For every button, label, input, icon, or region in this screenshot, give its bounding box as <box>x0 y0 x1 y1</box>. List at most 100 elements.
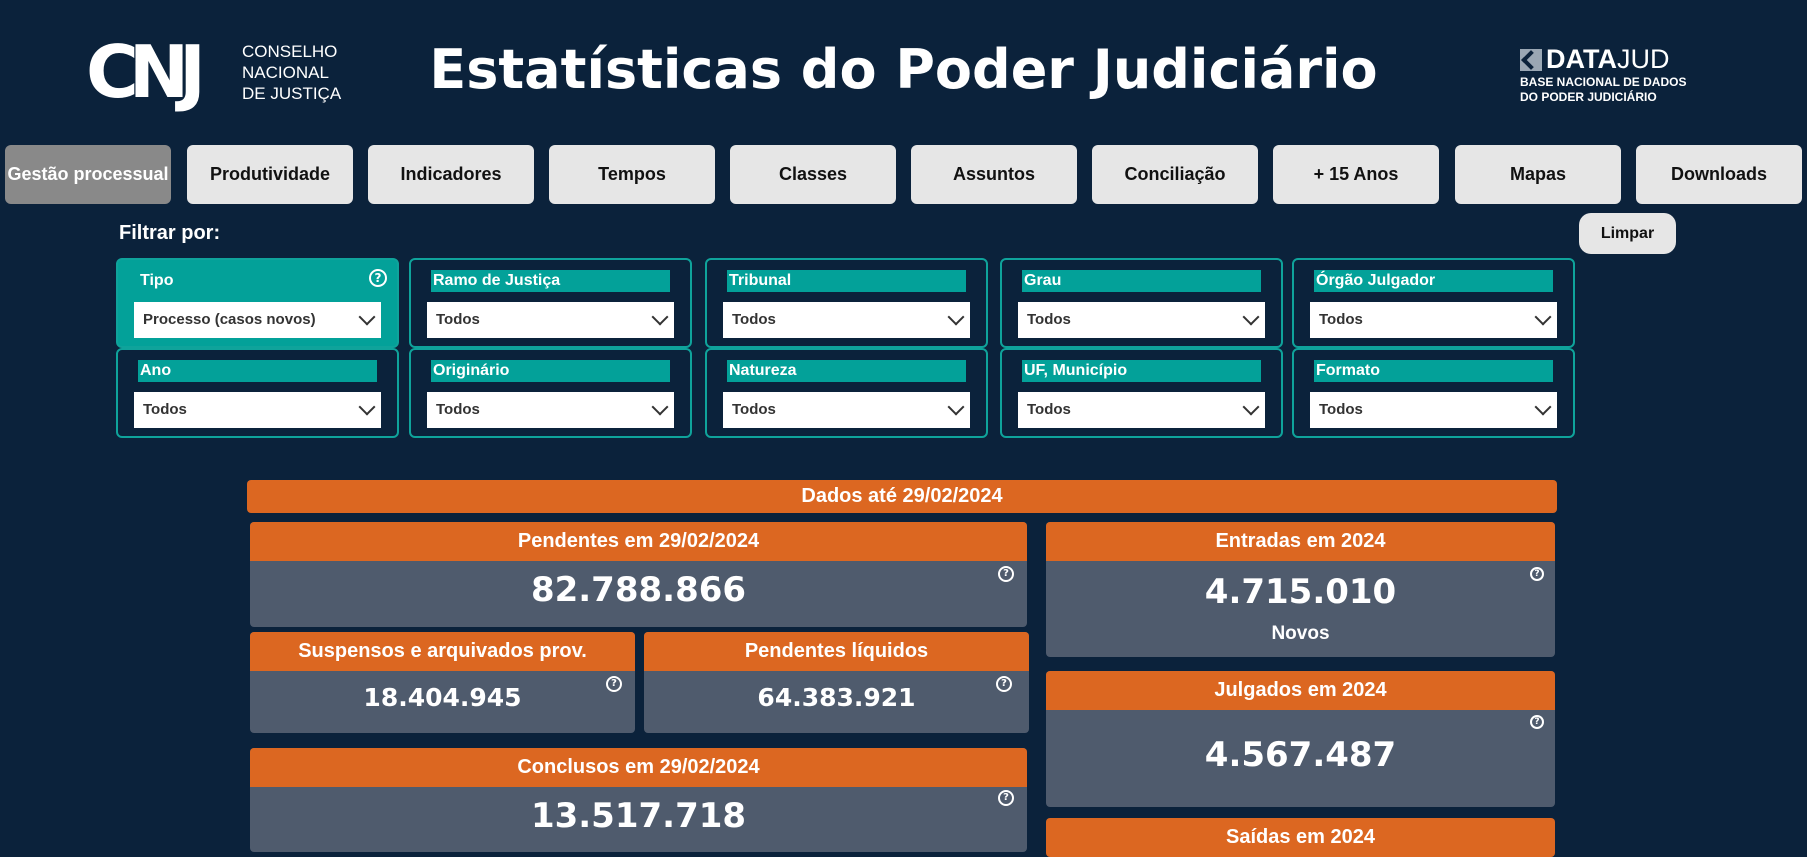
card-entradas: Entradas em 2024 4.715.010 Novos ? <box>1046 522 1555 657</box>
clear-filters-button[interactable]: Limpar <box>1579 213 1676 254</box>
chevron-down-icon <box>651 308 669 326</box>
card-value: 82.788.866 <box>530 570 747 610</box>
datajud-bold: DATA <box>1546 44 1617 74</box>
card-title: Pendentes líquidos <box>644 632 1029 671</box>
filter-originario: Originário Todos <box>409 348 692 438</box>
tab-conciliacao[interactable]: Conciliação <box>1092 145 1258 204</box>
select-natureza[interactable]: Todos <box>723 392 970 428</box>
chevron-down-icon <box>1242 308 1260 326</box>
select-value: Todos <box>1027 311 1071 328</box>
filter-label-ramo: Ramo de Justiça <box>431 270 670 292</box>
filter-label-uf: UF, Município <box>1022 360 1261 382</box>
chevron-down-icon <box>1534 398 1552 416</box>
filter-tipo: Tipo ? Processo (casos novos) <box>116 258 399 348</box>
help-icon[interactable]: ? <box>369 269 387 287</box>
select-value: Todos <box>1319 311 1363 328</box>
filter-label-originario: Originário <box>431 360 670 382</box>
tab-gestao-processual[interactable]: Gestão processual <box>5 145 171 204</box>
card-title: Julgados em 2024 <box>1046 671 1555 710</box>
datajud-logo-row: DATAJUD <box>1520 44 1700 75</box>
select-value: Todos <box>436 311 480 328</box>
card-value: 4.715.010 <box>1204 572 1397 612</box>
filter-natureza: Natureza Todos <box>705 348 988 438</box>
select-orgao-julgador[interactable]: Todos <box>1310 302 1557 338</box>
card-value: 64.383.921 <box>757 683 916 712</box>
tab-downloads[interactable]: Downloads <box>1636 145 1802 204</box>
chevron-down-icon <box>1242 398 1260 416</box>
datajud-name: DATAJUD <box>1546 44 1669 75</box>
datajud-light: JUD <box>1616 44 1670 74</box>
card-title: Entradas em 2024 <box>1046 522 1555 561</box>
select-ano[interactable]: Todos <box>134 392 381 428</box>
card-suspensos: Suspensos e arquivados prov. 18.404.945 … <box>250 632 635 733</box>
help-icon[interactable]: ? <box>998 790 1014 806</box>
help-icon[interactable]: ? <box>996 676 1012 692</box>
tab-produtividade[interactable]: Produtividade <box>187 145 353 204</box>
tab-classes[interactable]: Classes <box>730 145 896 204</box>
select-formato[interactable]: Todos <box>1310 392 1557 428</box>
card-value: 4.567.487 <box>1204 735 1397 775</box>
filter-ano: Ano Todos <box>116 348 399 438</box>
filter-heading: Filtrar por: <box>119 222 221 244</box>
card-julgados: Julgados em 2024 4.567.487 ? <box>1046 671 1555 807</box>
filter-formato: Formato Todos <box>1292 348 1575 438</box>
card-pendentes: Pendentes em 29/02/2024 82.788.866 ? <box>250 522 1027 627</box>
select-ramo-justica[interactable]: Todos <box>427 302 674 338</box>
datajud-sub-1: BASE NACIONAL DE DADOS <box>1520 75 1687 89</box>
tab-mapas[interactable]: Mapas <box>1455 145 1621 204</box>
chevron-down-icon <box>358 308 376 326</box>
help-icon[interactable]: ? <box>998 566 1014 582</box>
chevron-down-icon <box>947 398 965 416</box>
select-value: Todos <box>1027 401 1071 418</box>
filter-orgao-julgador: Órgão Julgador Todos <box>1292 258 1575 348</box>
filter-label-tipo: Tipo <box>140 272 174 289</box>
tab-tempos[interactable]: Tempos <box>549 145 715 204</box>
card-title: Conclusos em 29/02/2024 <box>250 748 1027 787</box>
card-title: Suspensos e arquivados prov. <box>250 632 635 671</box>
select-value: Todos <box>1319 401 1363 418</box>
tab-indicadores[interactable]: Indicadores <box>368 145 534 204</box>
filter-ramo-justica: Ramo de Justiça Todos <box>409 258 692 348</box>
select-value: Todos <box>732 311 776 328</box>
select-tribunal[interactable]: Todos <box>723 302 970 338</box>
filter-label-natureza: Natureza <box>727 360 966 382</box>
select-grau[interactable]: Todos <box>1018 302 1265 338</box>
select-value: Todos <box>143 401 187 418</box>
filter-uf-municipio: UF, Município Todos <box>1000 348 1283 438</box>
tab-assuntos[interactable]: Assuntos <box>911 145 1077 204</box>
chevron-down-icon <box>651 398 669 416</box>
select-value: Processo (casos novos) <box>143 311 316 328</box>
select-value: Todos <box>436 401 480 418</box>
filter-label-grau: Grau <box>1022 270 1261 292</box>
select-uf-municipio[interactable]: Todos <box>1018 392 1265 428</box>
datajud-sub-2: DO PODER JUDICIÁRIO <box>1520 90 1657 104</box>
chevron-down-icon <box>358 398 376 416</box>
datajud-logo: DATAJUD BASE NACIONAL DE DADOS DO PODER … <box>1520 44 1700 104</box>
help-icon[interactable]: ? <box>1530 567 1544 581</box>
help-icon[interactable]: ? <box>1530 715 1544 729</box>
filter-label-formato: Formato <box>1314 360 1553 382</box>
datajud-arrow-icon <box>1520 48 1542 71</box>
card-value: 18.404.945 <box>363 683 522 712</box>
card-subtitle: Novos <box>1271 623 1330 644</box>
tab-15-anos[interactable]: + 15 Anos <box>1273 145 1439 204</box>
filter-label-tribunal: Tribunal <box>727 270 966 292</box>
card-value: 13.517.718 <box>530 796 747 836</box>
chevron-down-icon <box>1534 308 1552 326</box>
filter-grau: Grau Todos <box>1000 258 1283 348</box>
filter-tribunal: Tribunal Todos <box>705 258 988 348</box>
card-saidas: Saídas em 2024 <box>1046 818 1555 857</box>
main-tabs: Gestão processual Produtividade Indicado… <box>5 145 1805 205</box>
card-pendentes-liquidos: Pendentes líquidos 64.383.921 ? <box>644 632 1029 733</box>
select-value: Todos <box>732 401 776 418</box>
select-originario[interactable]: Todos <box>427 392 674 428</box>
help-icon[interactable]: ? <box>606 676 622 692</box>
select-tipo[interactable]: Processo (casos novos) <box>134 302 381 338</box>
filter-label-ano: Ano <box>138 360 377 382</box>
chevron-down-icon <box>947 308 965 326</box>
card-title: Saídas em 2024 <box>1046 818 1555 857</box>
card-conclusos: Conclusos em 29/02/2024 13.517.718 ? <box>250 748 1027 852</box>
data-date-header: Dados até 29/02/2024 <box>247 480 1557 513</box>
filter-label-orgao: Órgão Julgador <box>1314 270 1553 292</box>
card-title: Pendentes em 29/02/2024 <box>250 522 1027 561</box>
